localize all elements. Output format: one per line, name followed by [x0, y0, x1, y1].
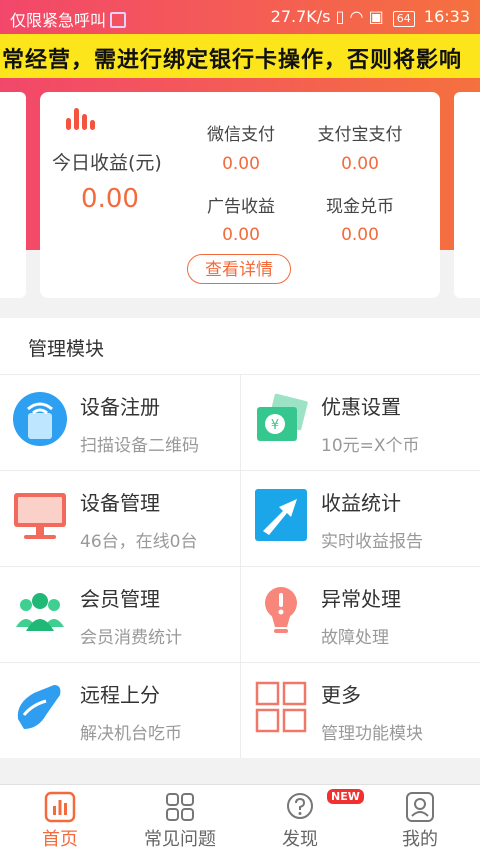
sim-icon: ▣ — [368, 7, 384, 26]
grid-more-icon — [255, 681, 307, 733]
discount-ticket-icon: ¥ — [257, 393, 308, 441]
svg-text:¥: ¥ — [271, 418, 279, 433]
alert-bulb-icon — [265, 587, 297, 633]
members-icon — [16, 593, 64, 631]
wechat-pay-label: 微信支付 — [207, 125, 275, 145]
ad-income-label: 广告收益 — [207, 197, 275, 217]
carrier-text: 仅限紧急呼叫 — [10, 7, 127, 31]
trend-arrow-icon — [255, 489, 307, 541]
network-speed: 27.7K/s — [270, 7, 331, 26]
device-register-icon — [13, 392, 67, 446]
module-remote-credit[interactable]: 远程上分 解决机台吃币 — [0, 662, 240, 758]
module-member-management[interactable]: 会员管理 会员消费统计 — [0, 566, 240, 662]
module-subtitle: 实时收益报告 — [321, 532, 423, 552]
home-chart-icon — [44, 791, 76, 823]
today-income-value: 0.00 — [81, 184, 139, 214]
bottom-tab-bar: 首页 常见问题 NEW 发现 我的 — [0, 784, 480, 854]
module-income-stats[interactable]: 收益统计 实时收益报告 — [240, 470, 480, 566]
module-subtitle: 46台，在线0台 — [80, 532, 198, 552]
status-right: 27.7K/s ▯ ◠ ▣ 64 16:33 — [271, 7, 470, 27]
tab-label: 常见问题 — [144, 829, 216, 850]
tab-label: 我的 — [402, 829, 438, 850]
tab-faq[interactable]: 常见问题 — [120, 785, 240, 854]
alipay-label: 支付宝支付 — [317, 125, 403, 145]
carousel-card-prev[interactable] — [0, 92, 26, 298]
faq-grid-icon — [166, 793, 194, 821]
tab-profile[interactable]: 我的 — [360, 785, 480, 854]
module-discount-settings[interactable]: ¥ 优惠设置 10元=X个币 — [240, 374, 480, 470]
notification-icon — [110, 12, 127, 28]
discover-icon — [287, 793, 313, 819]
module-section-header: 管理模块 — [0, 318, 480, 374]
module-title: 优惠设置 — [321, 395, 401, 419]
module-more[interactable]: 更多 管理功能模块 — [240, 662, 480, 758]
module-grid: 设备注册 扫描设备二维码 ¥ 优惠设置 10元=X个币 设备管理 46台，在线0… — [0, 374, 480, 758]
module-section-title: 管理模块 — [28, 338, 105, 360]
income-summary-card: 今日收益(元) 0.00 微信支付 0.00 支付宝支付 0.00 广告收益 0… — [40, 92, 440, 298]
tab-label: 发现 — [282, 829, 318, 850]
module-subtitle: 管理功能模块 — [321, 724, 423, 744]
monitor-icon — [14, 493, 66, 539]
module-subtitle: 10元=X个币 — [321, 436, 420, 456]
module-subtitle: 会员消费统计 — [80, 628, 182, 648]
module-subtitle: 解决机台吃币 — [80, 724, 182, 744]
module-title: 收益统计 — [321, 491, 401, 515]
cash-coin-value: 0.00 — [341, 225, 379, 245]
tab-discover[interactable]: NEW 发现 — [240, 785, 364, 854]
remote-hand-icon — [17, 685, 61, 729]
module-title: 设备管理 — [80, 491, 160, 515]
notice-marquee[interactable]: 常经营，需进行绑定银行卡操作，否则将影响 — [0, 34, 480, 78]
module-title: 异常处理 — [321, 587, 401, 611]
wifi-icon: ◠ — [349, 7, 364, 26]
module-title: 远程上分 — [80, 683, 160, 707]
module-title: 更多 — [321, 683, 361, 707]
module-device-register[interactable]: 设备注册 扫描设备二维码 — [0, 374, 240, 470]
today-income-label: 今日收益(元) — [52, 152, 162, 174]
tab-label: 首页 — [42, 829, 78, 850]
battery-icon: 64 — [392, 11, 415, 27]
tab-home[interactable]: 首页 — [0, 785, 120, 854]
module-subtitle: 扫描设备二维码 — [80, 436, 199, 456]
module-title: 设备注册 — [80, 395, 160, 419]
alipay-value: 0.00 — [341, 154, 379, 174]
module-device-management[interactable]: 设备管理 46台，在线0台 — [0, 470, 240, 566]
ad-income-value: 0.00 — [222, 225, 260, 245]
module-subtitle: 故障处理 — [321, 628, 389, 648]
carousel-card-next[interactable] — [454, 92, 480, 298]
new-badge: NEW — [327, 789, 364, 804]
view-details-button[interactable]: 查看详情 — [187, 254, 291, 284]
cash-coin-label: 现金兑币 — [326, 197, 394, 217]
clock: 16:33 — [423, 7, 470, 26]
module-title: 会员管理 — [80, 587, 160, 611]
bar-chart-icon — [66, 108, 96, 130]
carrier-label: 仅限紧急呼叫 — [10, 11, 107, 30]
marquee-text: 常经营，需进行绑定银行卡操作，否则将影响 — [2, 48, 463, 73]
module-exception-handling[interactable]: 异常处理 故障处理 — [240, 566, 480, 662]
wechat-pay-value: 0.00 — [222, 154, 260, 174]
profile-icon — [406, 792, 434, 822]
status-bar: 仅限紧急呼叫 27.7K/s ▯ ◠ ▣ 64 16:33 — [0, 0, 480, 34]
vibrate-icon: ▯ — [335, 7, 345, 26]
